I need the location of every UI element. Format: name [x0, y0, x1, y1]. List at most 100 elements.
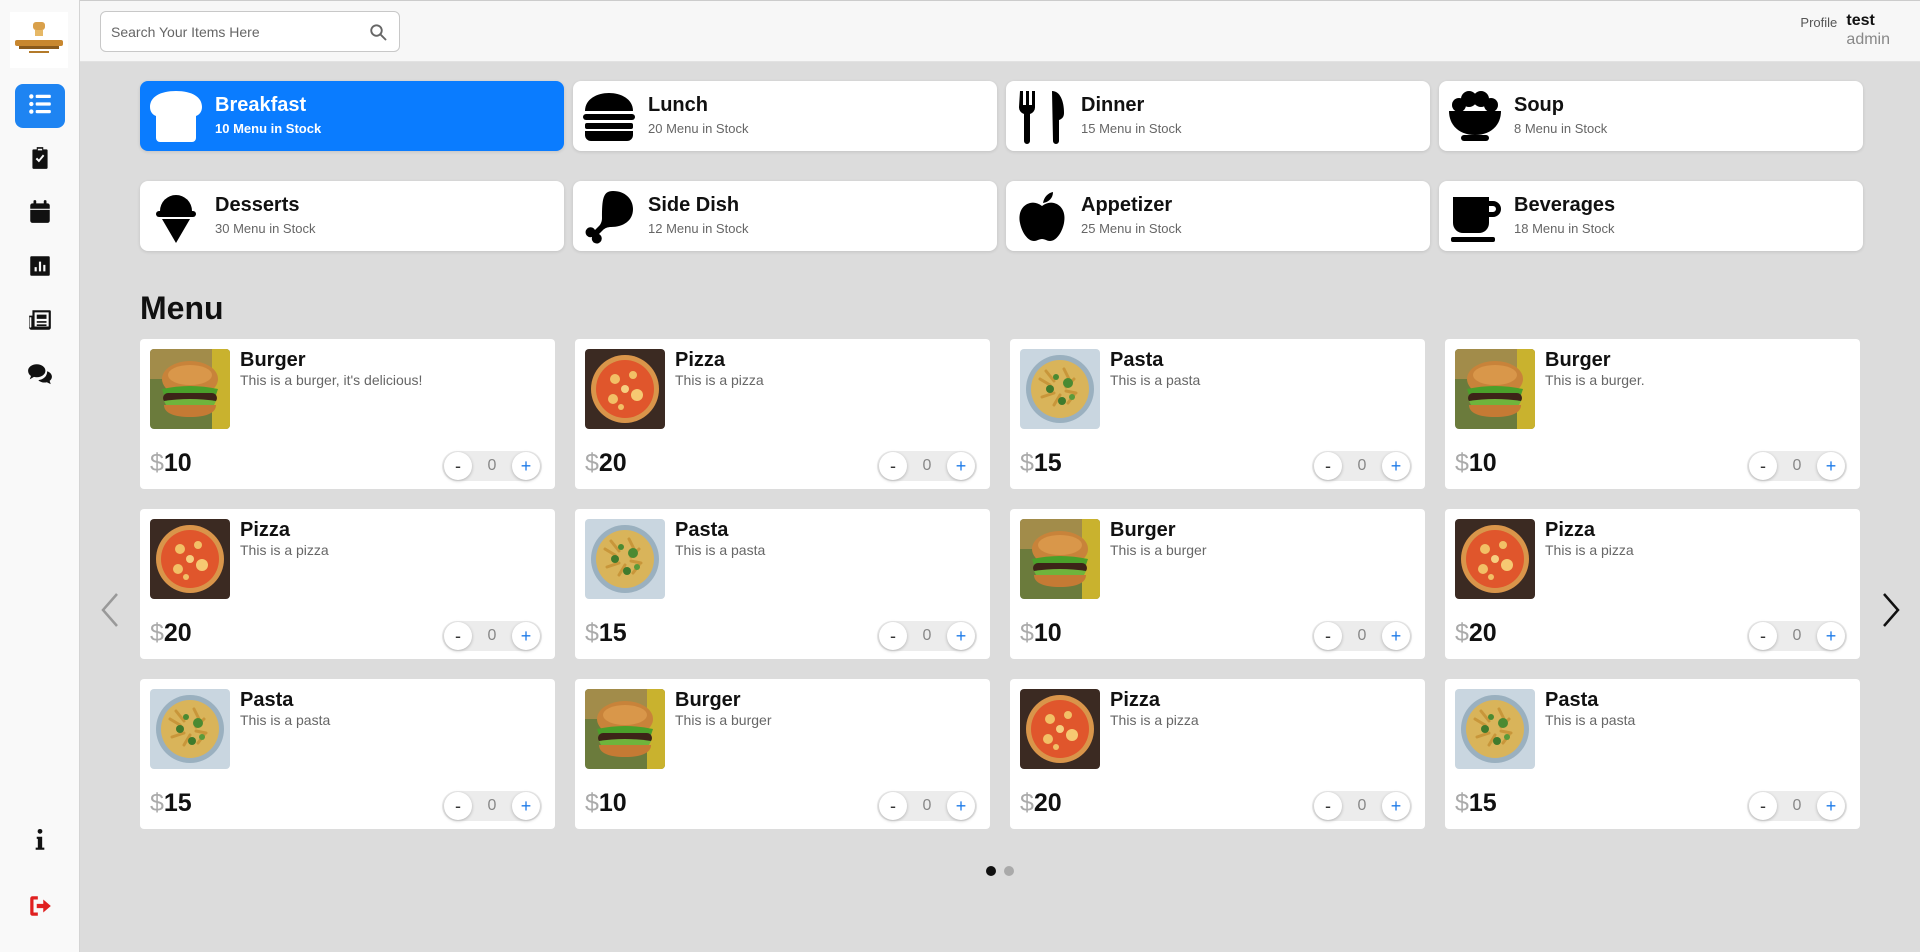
- increment-button[interactable]: +: [1382, 452, 1410, 480]
- menu-item-name: Burger: [240, 349, 306, 371]
- pasta-image: [1020, 349, 1100, 429]
- increment-button[interactable]: +: [512, 792, 540, 820]
- decrement-button[interactable]: -: [1749, 792, 1777, 820]
- chart-icon: [27, 253, 53, 284]
- quantity-value: 0: [1357, 627, 1367, 644]
- category-beverages[interactable]: Beverages 18 Menu in Stock: [1439, 181, 1863, 251]
- category-name: Breakfast: [215, 94, 307, 116]
- decrement-button[interactable]: -: [1314, 792, 1342, 820]
- quantity-value: 0: [487, 457, 497, 474]
- quantity-stepper: -0 +: [877, 621, 977, 651]
- logout-icon: [27, 893, 53, 924]
- sidebar-item-reports[interactable]: [15, 246, 65, 290]
- category-name: Appetizer: [1081, 194, 1173, 216]
- increment-button[interactable]: +: [512, 452, 540, 480]
- quantity-stepper: -0 +: [1312, 451, 1412, 481]
- search-input[interactable]: [101, 12, 351, 51]
- bread-icon: [146, 87, 206, 145]
- increment-button[interactable]: +: [1817, 792, 1845, 820]
- increment-button[interactable]: +: [1817, 622, 1845, 650]
- menu-item-price: $10: [1455, 449, 1497, 478]
- menu-item-card[interactable]: Pizza This is a pizza $20 -0 +: [1445, 509, 1860, 659]
- quantity-value: 0: [922, 797, 932, 814]
- decrement-button[interactable]: -: [444, 452, 472, 480]
- menu-item-description: This is a pizza: [1545, 542, 1634, 558]
- menu-item-description: This is a pasta: [1545, 712, 1636, 728]
- menu-item-card[interactable]: Burger This is a burger, it's delicious! $…: [140, 339, 555, 489]
- menu-item-price: $10: [585, 789, 627, 818]
- decrement-button[interactable]: -: [879, 452, 907, 480]
- decrement-button[interactable]: -: [444, 622, 472, 650]
- clipboard-check-icon: [27, 145, 53, 176]
- price-value: 20: [163, 619, 192, 647]
- menu-item-card[interactable]: Pizza This is a pizza $20 -0 +: [575, 339, 990, 489]
- currency-symbol: $: [1455, 619, 1469, 647]
- increment-button[interactable]: +: [947, 452, 975, 480]
- search-icon[interactable]: [369, 23, 387, 41]
- decrement-button[interactable]: -: [1749, 622, 1777, 650]
- menu-item-card[interactable]: Pasta This is a pasta $15 -0 +: [1010, 339, 1425, 489]
- decrement-button[interactable]: -: [1314, 452, 1342, 480]
- menu-item-card[interactable]: Pizza This is a pizza $20 -0 +: [140, 509, 555, 659]
- decrement-button[interactable]: -: [444, 792, 472, 820]
- decrement-button[interactable]: -: [879, 622, 907, 650]
- currency-symbol: $: [1020, 619, 1034, 647]
- decrement-button[interactable]: -: [1314, 622, 1342, 650]
- sidebar-item-info[interactable]: [15, 820, 65, 864]
- ice-cream-icon: [146, 187, 206, 245]
- menu-item-card[interactable]: Burger This is a burger. $10 -0 +: [1445, 339, 1860, 489]
- price-value: 20: [598, 449, 627, 477]
- category-side-dish[interactable]: Side Dish 12 Menu in Stock: [573, 181, 997, 251]
- restaurant-logo[interactable]: [10, 12, 68, 68]
- category-appetizer[interactable]: Appetizer 25 Menu in Stock: [1006, 181, 1430, 251]
- category-name: Soup: [1514, 94, 1564, 116]
- menu-item-card[interactable]: Pasta This is a pasta $15 -0 +: [1445, 679, 1860, 829]
- currency-symbol: $: [585, 449, 599, 477]
- category-lunch[interactable]: Lunch 20 Menu in Stock: [573, 81, 997, 151]
- menu-item-name: Pasta: [1545, 689, 1599, 711]
- user-profile[interactable]: Profile test admin: [1800, 11, 1890, 55]
- category-breakfast[interactable]: Breakfast 10 Menu in Stock: [140, 81, 564, 151]
- sidebar-item-menu[interactable]: [15, 84, 65, 128]
- chevron-left-icon: [101, 593, 118, 627]
- pagination-dot[interactable]: [1004, 866, 1014, 876]
- info-icon: [27, 827, 53, 858]
- decrement-button[interactable]: -: [1749, 452, 1777, 480]
- menu-item-card[interactable]: Pasta This is a pasta $15 -0 +: [140, 679, 555, 829]
- sidebar-item-news[interactable]: [15, 300, 65, 344]
- currency-symbol: $: [585, 619, 599, 647]
- decrement-button[interactable]: -: [879, 792, 907, 820]
- quantity-value: 0: [1792, 627, 1802, 644]
- menu-item-card[interactable]: Pasta This is a pasta $15 -0 +: [575, 509, 990, 659]
- menu-item-card[interactable]: Burger This is a burger $10 -0 +: [1010, 509, 1425, 659]
- category-name: Side Dish: [648, 194, 740, 216]
- category-soup[interactable]: Soup 8 Menu in Stock: [1439, 81, 1863, 151]
- sidebar-item-messages[interactable]: [15, 354, 65, 398]
- category-dinner[interactable]: Dinner 15 Menu in Stock: [1006, 81, 1430, 151]
- category-desserts[interactable]: Desserts 30 Menu in Stock: [140, 181, 564, 251]
- menu-item-card[interactable]: Pizza This is a pizza $20 -0 +: [1010, 679, 1425, 829]
- user-name: test: [1846, 12, 1875, 29]
- sidebar-item-logout[interactable]: [15, 886, 65, 930]
- increment-button[interactable]: +: [1382, 622, 1410, 650]
- price-value: 10: [1468, 449, 1497, 477]
- increment-button[interactable]: +: [947, 622, 975, 650]
- category-name: Beverages: [1514, 194, 1616, 216]
- increment-button[interactable]: +: [947, 792, 975, 820]
- menu-item-description: This is a pasta: [675, 542, 766, 558]
- search-box: [100, 11, 400, 52]
- sidebar-item-orders[interactable]: [15, 138, 65, 182]
- increment-button[interactable]: +: [1382, 792, 1410, 820]
- quantity-value: 0: [1357, 457, 1367, 474]
- prev-arrow[interactable]: [97, 590, 123, 630]
- price-value: 10: [163, 449, 192, 477]
- avatar[interactable]: Profile: [1800, 15, 1840, 55]
- menu-item-name: Burger: [1110, 519, 1176, 541]
- next-arrow[interactable]: [1878, 590, 1904, 630]
- menu-item-card[interactable]: Burger This is a burger $10 -0 +: [575, 679, 990, 829]
- pagination-dot[interactable]: [986, 866, 996, 876]
- increment-button[interactable]: +: [1817, 452, 1845, 480]
- sidebar-item-calendar[interactable]: [15, 192, 65, 236]
- category-count: 18 Menu in Stock: [1514, 221, 1615, 236]
- increment-button[interactable]: +: [512, 622, 540, 650]
